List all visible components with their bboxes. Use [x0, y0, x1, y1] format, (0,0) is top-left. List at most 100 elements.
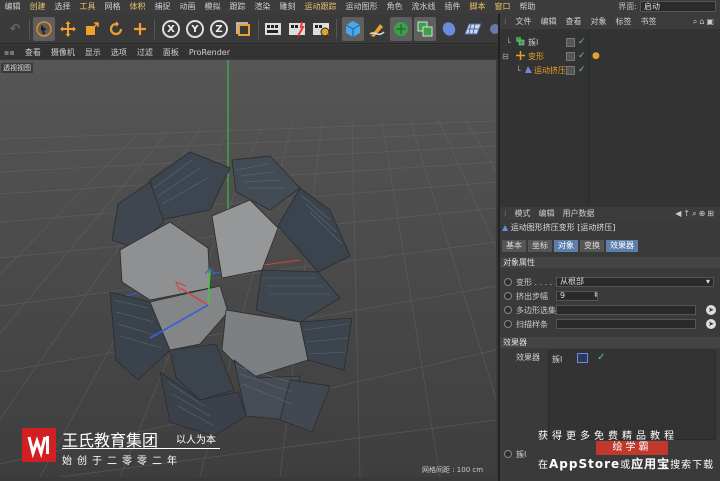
animate-radio[interactable] — [504, 320, 512, 328]
render-view-icon[interactable] — [262, 17, 284, 41]
menu-script[interactable]: 脚本 — [465, 0, 490, 14]
viewport-menu-prorender[interactable]: ProRender — [189, 48, 230, 57]
tab-coordinates[interactable]: 坐标 — [528, 240, 552, 252]
om-nav-icons[interactable]: ⌕⌂▣ — [693, 17, 716, 27]
deformer-icon[interactable] — [438, 17, 460, 41]
enabled-check-icon[interactable]: ✓ — [578, 52, 586, 61]
main-toolbar: ↶ X Y Z — [0, 14, 500, 44]
animate-radio[interactable] — [504, 306, 512, 314]
menu-create[interactable]: 创建 — [25, 0, 50, 14]
menu-pipeline[interactable]: 流水线 — [407, 0, 440, 14]
select-tool-icon[interactable] — [33, 17, 55, 41]
tab-effectors[interactable]: 效果器 — [606, 240, 638, 252]
pick-arrow-icon[interactable]: ➤ — [706, 305, 716, 315]
om-menu-file[interactable]: 文件 — [516, 16, 532, 27]
viewport-nav-icon[interactable]: ▪▪ — [4, 48, 15, 57]
floor-environment-icon[interactable] — [462, 17, 484, 41]
toolbar-divider — [154, 19, 155, 39]
move-tool-icon[interactable] — [57, 17, 79, 41]
scale-tool-icon[interactable] — [81, 17, 103, 41]
menu-snap[interactable]: 捕捉 — [150, 0, 175, 14]
menu-mograph[interactable]: 运动图形 — [341, 0, 382, 14]
menu-animate[interactable]: 动画 — [175, 0, 200, 14]
coordinate-system-icon[interactable] — [232, 17, 254, 41]
render-settings-icon[interactable] — [310, 17, 332, 41]
viewport-menu-view[interactable]: 查看 — [25, 47, 41, 58]
menu-select[interactable]: 选择 — [50, 0, 75, 14]
cube-primitive-icon[interactable] — [342, 17, 364, 41]
y-axis-lock-button[interactable]: Y — [184, 17, 206, 41]
grid-spacing-readout: 网格间距 : 100 cm — [422, 466, 484, 474]
am-nav-icons[interactable]: ◀↑⌕⊕⊞ — [675, 209, 716, 219]
am-menu-mode[interactable]: 模式 — [515, 208, 531, 219]
enabled-check-icon[interactable]: ✓ — [578, 38, 586, 47]
viewport-menu-panel[interactable]: 面板 — [163, 47, 179, 58]
om-menu-object[interactable]: 对象 — [591, 16, 607, 27]
tag-icon[interactable]: ● — [592, 51, 600, 61]
section-object-properties: 对象属性 — [500, 257, 720, 268]
menu-tools[interactable]: 工具 — [75, 0, 100, 14]
tab-transform[interactable]: 变换 — [580, 240, 604, 252]
menu-track[interactable]: 跟踪 — [225, 0, 250, 14]
viewport-menu-display[interactable]: 显示 — [85, 47, 101, 58]
menu-mesh[interactable]: 网格 — [100, 0, 125, 14]
menu-sculpt[interactable]: 雕刻 — [275, 0, 300, 14]
subdivision-surface-icon[interactable] — [390, 17, 412, 41]
prop-row-polygon-selection: 多边形选集 ➤ — [500, 304, 720, 317]
stepper-icon[interactable]: ⬍ — [593, 291, 599, 299]
menu-simulate[interactable]: 模拟 — [200, 0, 225, 14]
am-menu-edit[interactable]: 编辑 — [539, 208, 555, 219]
polygon-selection-field[interactable] — [556, 305, 696, 315]
z-axis-lock-button[interactable]: Z — [208, 17, 230, 41]
tab-object[interactable]: 对象 — [554, 240, 578, 252]
tree-row-extrude[interactable]: └ 运动挤压 ✓ — [500, 64, 720, 76]
om-menu-tags[interactable]: 标签 — [616, 16, 632, 27]
extrusion-steps-input[interactable]: 9 — [556, 291, 598, 301]
tree-row-deform[interactable]: ⊟ 变形 ✓ ● — [500, 50, 720, 62]
interface-dropdown[interactable]: 启动 — [640, 1, 716, 12]
object-manager-menu: ⁞ 文件 编辑 查看 对象 标签 书签 ⌕⌂▣ — [500, 14, 720, 29]
visibility-toggle[interactable] — [566, 52, 575, 61]
enabled-check-icon[interactable]: ✓ — [578, 66, 586, 75]
viewport-menu-filter[interactable]: 过滤 — [137, 47, 153, 58]
menu-edit[interactable]: 编辑 — [0, 0, 25, 14]
menu-help[interactable]: 帮助 — [515, 0, 540, 14]
visibility-toggle[interactable] — [566, 38, 575, 47]
render-picture-viewer-icon[interactable] — [286, 17, 308, 41]
menu-window[interactable]: 窗口 — [490, 0, 515, 14]
animate-radio[interactable] — [504, 292, 512, 300]
am-menu-userdata[interactable]: 用户数据 — [563, 208, 595, 219]
om-menu-view[interactable]: 查看 — [566, 16, 582, 27]
menu-volume[interactable]: 体积 — [125, 0, 150, 14]
brand-subtitle: 始创于二零零二年 — [62, 456, 182, 467]
enabled-check-icon[interactable]: ✓ — [597, 352, 605, 363]
viewport-label: 透视视图 — [1, 63, 33, 73]
pick-arrow-icon[interactable]: ➤ — [706, 319, 716, 329]
tree-line-icon: └ — [516, 65, 521, 75]
perspective-viewport[interactable] — [0, 60, 496, 477]
menu-plugins[interactable]: 插件 — [440, 0, 465, 14]
rotate-tool-icon[interactable] — [105, 17, 127, 41]
array-cloner-icon[interactable] — [414, 17, 436, 41]
visibility-toggle[interactable] — [566, 66, 575, 75]
om-menu-bookmarks[interactable]: 书签 — [641, 16, 657, 27]
expand-icon[interactable]: ⊟ — [502, 52, 509, 61]
tab-basic[interactable]: 基本 — [502, 240, 526, 252]
tree-row-cluster[interactable]: └ 簇Ⅰ ✓ — [500, 36, 720, 48]
effector-list-label: 效果器 — [516, 353, 540, 362]
viewport-menu-camera[interactable]: 摄像机 — [51, 47, 75, 58]
menu-character[interactable]: 角色 — [382, 0, 407, 14]
om-menu-edit[interactable]: 编辑 — [541, 16, 557, 27]
pen-spline-icon[interactable] — [366, 17, 388, 41]
undo-icon[interactable]: ↶ — [4, 17, 26, 41]
menu-render[interactable]: 渲染 — [250, 0, 275, 14]
viewport-menu-options[interactable]: 选项 — [111, 47, 127, 58]
deform-dropdown[interactable]: 从根部 ▾ — [556, 277, 714, 287]
animate-radio[interactable] — [504, 450, 512, 458]
transform-tool-icon[interactable] — [129, 17, 151, 41]
x-axis-lock-button[interactable]: X — [160, 17, 182, 41]
menu-motion-tracking[interactable]: 运动跟踪 — [300, 0, 341, 14]
sweep-spline-field[interactable] — [556, 319, 696, 329]
animate-radio[interactable] — [504, 278, 512, 286]
column-divider — [588, 34, 589, 204]
